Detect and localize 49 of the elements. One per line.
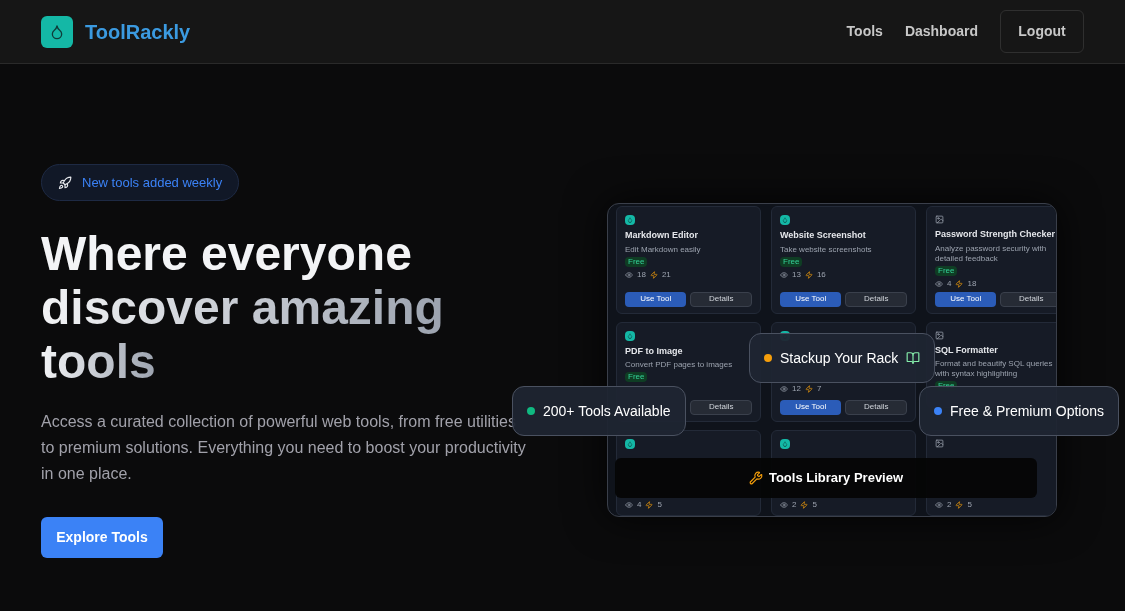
like-count: 21 bbox=[661, 268, 671, 281]
free-badge: Free bbox=[625, 256, 648, 267]
like-count: 5 bbox=[657, 498, 662, 511]
hero-description: Access a curated collection of powerful web tools, from free utilities to premium solutions. Everything you need to boost your productivity in one place. bbox=[41, 412, 526, 484]
explore-tools-button[interactable]: Explore Tools bbox=[41, 517, 163, 558]
floating-text: Free & Premium Options bbox=[950, 401, 1105, 421]
nav-link[interactable]: Dashboard bbox=[904, 21, 978, 42]
hero-heading: Where everyone discover amazing tools bbox=[41, 227, 445, 389]
use-tool-button[interactable]: Use Tool bbox=[625, 291, 687, 307]
tool-description: Take website screenshots bbox=[780, 244, 873, 255]
tool-title: Password Strength Checker bbox=[935, 228, 1056, 241]
like-count: 16 bbox=[816, 268, 826, 281]
tool-title: Markdown Editor bbox=[625, 229, 699, 242]
like-count: 7 bbox=[816, 382, 822, 395]
view-count: 12 bbox=[792, 382, 801, 395]
tool-description: Convert PDF pages to images bbox=[625, 360, 734, 370]
view-count: 4 bbox=[947, 277, 952, 290]
tool-description: Format and beautify SQL queries with syntax highlighting bbox=[935, 359, 1054, 379]
view-count: 2 bbox=[792, 498, 797, 511]
view-count: 18 bbox=[637, 268, 646, 281]
tool-title: PDF to Image bbox=[625, 344, 684, 358]
details-button[interactable]: Details bbox=[845, 399, 907, 415]
tool-description: Analyze password security with detailed feedback bbox=[935, 243, 1048, 264]
like-count: 5 bbox=[967, 498, 972, 511]
view-count: 4 bbox=[637, 498, 642, 511]
logout-button[interactable]: Logout bbox=[1000, 10, 1084, 53]
use-tool-button[interactable]: Use Tool bbox=[780, 399, 842, 415]
details-button[interactable]: Details bbox=[845, 291, 907, 307]
details-button[interactable]: Details bbox=[690, 399, 752, 415]
floating-text: 200+ Tools Available bbox=[543, 401, 671, 421]
floating-text: Stackup Your Rack bbox=[780, 348, 899, 368]
tool-title: Website Screenshot bbox=[780, 229, 867, 242]
use-tool-button[interactable]: Use Tool bbox=[935, 291, 997, 307]
tool-description: Edit Markdown easily bbox=[625, 244, 702, 255]
tool-title: SQL Formatter bbox=[935, 343, 999, 357]
like-count: 5 bbox=[812, 498, 817, 511]
use-tool-button[interactable]: Use Tool bbox=[780, 291, 842, 307]
caption-text: Tools Library Preview bbox=[768, 469, 904, 488]
free-badge: Free bbox=[625, 372, 648, 382]
badge-text: New tools added weekly bbox=[82, 173, 223, 192]
like-count: 18 bbox=[967, 277, 977, 290]
free-badge: Free bbox=[935, 265, 958, 276]
view-count: 13 bbox=[792, 268, 801, 281]
brand-link[interactable]: ToolRackly bbox=[85, 16, 191, 47]
details-button[interactable]: Details bbox=[1000, 291, 1056, 307]
details-button[interactable]: Details bbox=[690, 291, 752, 307]
nav-link[interactable]: Tools bbox=[846, 21, 883, 42]
free-badge: Free bbox=[780, 256, 803, 267]
view-count: 2 bbox=[947, 498, 952, 511]
